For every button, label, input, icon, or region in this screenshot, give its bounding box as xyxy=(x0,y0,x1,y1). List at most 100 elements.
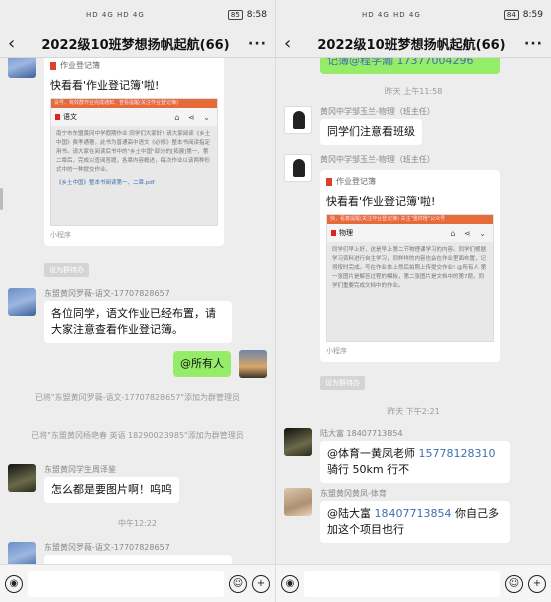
voice-icon[interactable]: ◉ xyxy=(281,574,299,593)
avatar[interactable] xyxy=(8,58,36,78)
card-source: 作业登记簿 xyxy=(326,176,494,187)
card-footer: 小程序 xyxy=(326,347,347,355)
message-card: 黄冈中学邹玉兰-物理（班主任） 作业登记簿 快看看'作业登记簿'啦! 快，看着提… xyxy=(284,154,543,374)
avatar[interactable] xyxy=(8,542,36,564)
chat-area[interactable]: 作业登记簿 快看看'作业登记簿'啦! 设号、有效群作业完成通知、查看提醒(关注作… xyxy=(0,58,275,564)
card-source: 作业登记簿 xyxy=(50,60,218,71)
phone-link[interactable]: 18407713854 xyxy=(375,507,452,520)
message-bubble[interactable]: 怎么都是要图片啊！呜呜 xyxy=(44,477,179,503)
more-icon[interactable]: ··· xyxy=(521,36,543,52)
flag-icon xyxy=(55,114,60,120)
plus-icon[interactable]: + xyxy=(528,574,546,593)
more-icon[interactable]: ··· xyxy=(245,36,267,52)
system-notice: 已将"东盟黄冈杨艳春 英语 18290023985"添加为群管理员 xyxy=(31,431,244,440)
card-source-label: 作业登记簿 xyxy=(60,61,100,70)
card-preview: 设号、有效群作业完成通知、查看提醒(关注作业登记簿) 语文 ⌂ ⋖ ⌄ 南宁市东… xyxy=(50,98,218,226)
signal-icons: HD 4G HD 4G xyxy=(362,11,421,19)
avatar[interactable] xyxy=(284,106,312,134)
screens: HD 4G HD 4G 85 8:58 ‹ 2022级10班梦想扬帆起航(66)… xyxy=(0,0,551,602)
card-preview: 快，看着提醒(关注作业登记簿) 关注"重样橙"公众号 物理 ⌂ ⋖ ⌄ 同学们早… xyxy=(326,214,494,342)
share-icons: ⌂ ⋖ ⌄ xyxy=(174,112,213,122)
sender-name: 东盟黄冈罗薇-语文-17707828657 xyxy=(44,289,170,298)
message: 东盟黄冈罗薇-语文-17707828657 xyxy=(8,542,267,564)
input-bar: ◉ ☺ + xyxy=(276,564,551,602)
chat-area[interactable]: 记簿@程学瀚 17377004296 昨天 上午11:58 黄冈中学邹玉兰-物理… xyxy=(276,58,551,564)
battery-icon: 84 xyxy=(503,10,519,20)
flag-icon xyxy=(331,230,336,236)
title-bar: ‹ 2022级10班梦想扬帆起航(66) ··· xyxy=(276,30,551,58)
status-bar: HD 4G HD 4G 85 8:58 xyxy=(0,0,275,30)
back-icon[interactable]: ‹ xyxy=(284,33,302,54)
card-subject-header: 物理 ⌂ ⋖ ⌄ xyxy=(327,224,493,242)
set-todo-button[interactable]: 设为群待办 xyxy=(44,263,89,277)
card-title: 快看看'作业登记簿'啦! xyxy=(326,195,436,208)
signal-icons: HD 4G HD 4G xyxy=(86,11,145,19)
message: 东盟黄冈黄凤-体育 @陆大富 18407713854 你自己多加这个项目也行 xyxy=(284,488,543,558)
sender-name: 东盟黄冈罗薇-语文-17707828657 xyxy=(44,543,170,552)
system-notice: 已将"东盟黄冈罗薇-语文-17707828657"添加为群管理员 xyxy=(34,393,241,402)
avatar[interactable] xyxy=(239,350,267,378)
message-bubble[interactable]: @陆大富 18407713854 你自己多加这个项目也行 xyxy=(320,501,510,543)
timestamp: 昨天 下午2:21 xyxy=(387,407,440,416)
voice-icon[interactable]: ◉ xyxy=(5,574,23,593)
message-bubble[interactable]: @所有人 xyxy=(173,351,231,377)
input-bar: ◉ ☺ + xyxy=(0,564,275,602)
plus-icon[interactable]: + xyxy=(252,574,270,593)
card-subject: 物理 xyxy=(339,229,353,237)
message-bubble[interactable]: 记簿@程学瀚 17377004296 xyxy=(320,58,500,74)
sender-name: 陆大富 18407713854 xyxy=(320,429,403,438)
battery-icon: 85 xyxy=(227,10,243,20)
document-icon xyxy=(50,61,56,70)
scrollbar[interactable] xyxy=(0,188,3,210)
card-body: 同学们早上好，这是早上第二节物理课学习的内容。同学们根据学习资料进行自主学习，同… xyxy=(332,247,487,289)
timestamp: 昨天 上午11:58 xyxy=(384,87,443,96)
chat-title: 2022级10班梦想扬帆起航(66) xyxy=(317,38,506,53)
card-subject-header: 语文 ⌂ ⋖ ⌄ xyxy=(51,108,217,126)
sender-name: 东盟黄冈黄凤-体育 xyxy=(320,489,387,498)
emoji-icon[interactable]: ☺ xyxy=(229,574,247,593)
card-banner: 快，看着提醒(关注作业登记簿) 关注"重样橙"公众号 xyxy=(327,215,493,224)
message-self: @所有人 xyxy=(8,350,267,380)
message-bubble[interactable]: 各位同学，语文作业已经布置，请大家注意查看作业登记簿。 xyxy=(44,301,232,343)
message: 陆大富 18407713854 @体育一黄凤老师 15778128310 骑行 5… xyxy=(284,428,543,488)
message-text: @体育一黄凤老师 xyxy=(327,447,419,460)
sender-name: 黄冈中学邹玉兰-物理（班主任） xyxy=(320,107,435,116)
clock: 8:59 xyxy=(522,10,543,20)
message-text: @陆大富 xyxy=(327,507,375,520)
avatar[interactable] xyxy=(8,288,36,316)
timestamp: 中午12:22 xyxy=(117,519,158,528)
card-body: 南宁市东盟黄冈中学假期作业 同学们大家好! 请大家阅读《乡土中国》费孝通著，此书… xyxy=(56,131,211,173)
card-banner: 设号、有效群作业完成通知、查看提醒(关注作业登记簿) xyxy=(51,99,217,108)
avatar[interactable] xyxy=(284,154,312,182)
emoji-icon[interactable]: ☺ xyxy=(505,574,523,593)
message: 黄冈中学邹玉兰-物理（班主任） 同学们注意看班级 xyxy=(284,106,543,146)
share-icons: ⌂ ⋖ ⌄ xyxy=(450,228,489,238)
mini-program-card[interactable]: 作业登记簿 快看看'作业登记簿'啦! 快，看着提醒(关注作业登记簿) 关注"重样… xyxy=(320,170,500,362)
message-input[interactable] xyxy=(304,570,500,597)
phone-right: HD 4G HD 4G 84 8:59 ‹ 2022级10班梦想扬帆起航(66)… xyxy=(276,0,551,602)
avatar[interactable] xyxy=(284,488,312,516)
card-title: 快看看'作业登记簿'啦! xyxy=(50,79,160,92)
sender-name: 黄冈中学邹玉兰-物理（班主任） xyxy=(320,155,435,164)
message-bubble[interactable] xyxy=(44,555,232,564)
phone-link[interactable]: 15778128310 xyxy=(419,447,496,460)
mini-program-card[interactable]: 作业登记簿 快看看'作业登记簿'啦! 设号、有效群作业完成通知、查看提醒(关注作… xyxy=(44,58,224,246)
message-bubble[interactable]: 同学们注意看班级 xyxy=(320,119,422,145)
message-input[interactable] xyxy=(28,570,224,597)
message-self: 记簿@程学瀚 17377004296 xyxy=(284,58,543,74)
message: 东盟黄冈罗薇-语文-17707828657 各位同学，语文作业已经布置，请大家注… xyxy=(8,288,267,348)
avatar[interactable] xyxy=(8,464,36,492)
phone-left: HD 4G HD 4G 85 8:58 ‹ 2022级10班梦想扬帆起航(66)… xyxy=(0,0,275,602)
avatar[interactable] xyxy=(284,428,312,456)
message: 东盟黄冈学生周泽鉴 怎么都是要图片啊！呜呜 xyxy=(8,464,267,514)
message-bubble[interactable]: @体育一黄凤老师 15778128310 骑行 50km 行不 xyxy=(320,441,510,483)
card-subject: 语文 xyxy=(63,113,77,121)
message-card: 作业登记簿 快看看'作业登记簿'啦! 设号、有效群作业完成通知、查看提醒(关注作… xyxy=(8,58,267,270)
message-text: 骑行 50km 行不 xyxy=(327,463,410,476)
card-source-label: 作业登记簿 xyxy=(336,177,376,186)
set-todo-button[interactable]: 设为群待办 xyxy=(320,376,365,390)
title-bar: ‹ 2022级10班梦想扬帆起航(66) ··· xyxy=(0,30,275,58)
card-doc-link: 《乡土中国》整本书阅读第一、二章.pdf xyxy=(56,180,155,186)
back-icon[interactable]: ‹ xyxy=(8,33,26,54)
status-bar: HD 4G HD 4G 84 8:59 xyxy=(276,0,551,30)
